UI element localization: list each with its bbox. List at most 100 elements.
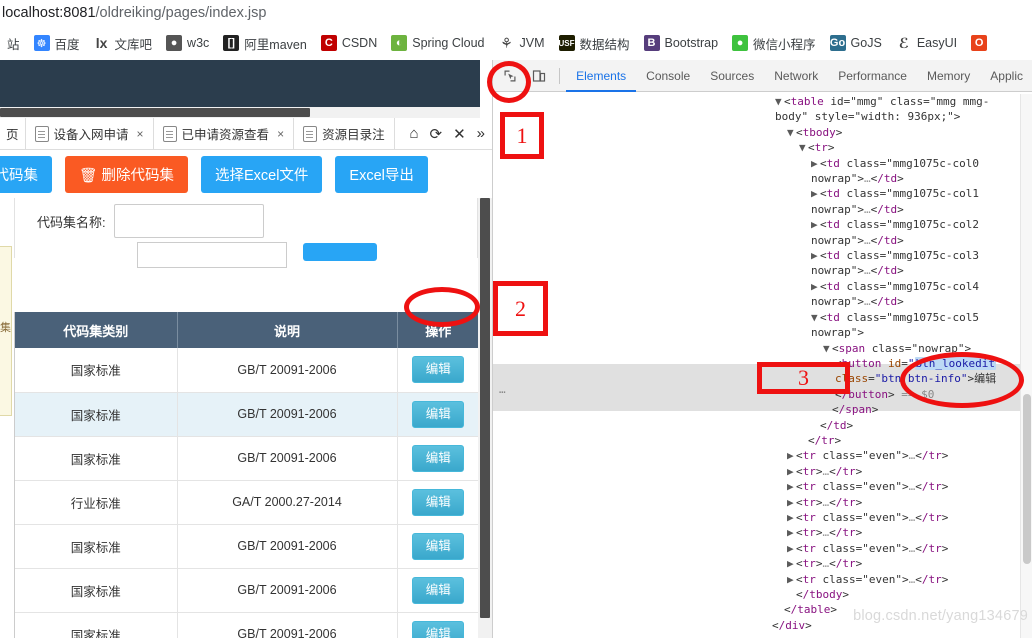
dom-line[interactable]: ▶ <tr>…</tr> — [493, 525, 1032, 540]
page-tab-strip[interactable]: 页 设备入网申请 × 已申请资源查看 × 资源目录注 ⌂ ⟳ ✕ » — [0, 118, 492, 150]
more-tabs-icon[interactable]: » — [477, 125, 485, 142]
devtools-tab-memory[interactable]: Memory — [917, 60, 980, 92]
dom-line[interactable]: ▶ <tr class="even">…</tr> — [493, 510, 1032, 525]
table-row[interactable]: 国家标准 GB/T 20091-2006 编辑 — [15, 392, 478, 437]
dom-disclosure-triangle[interactable]: ▶ — [811, 156, 820, 171]
dom-line[interactable]: ▶ <tr>…</tr> — [493, 556, 1032, 571]
dom-line[interactable]: ▼ <table id="mmg" class="mmg mmg-body" st… — [493, 94, 1032, 125]
bookmark-item-12[interactable]: ℰ EasyUI — [889, 30, 964, 56]
dom-line[interactable]: ▶ <tr>…</tr> — [493, 464, 1032, 479]
page-tab-2[interactable]: 已申请资源查看 × — [153, 118, 295, 149]
dom-disclosure-triangle[interactable]: ▶ — [811, 248, 820, 263]
page-horizontal-scrollbar[interactable] — [0, 107, 480, 118]
dom-line[interactable]: ▶ <tr>…</tr> — [493, 495, 1032, 510]
devtools-tab-elements[interactable]: Elements — [566, 60, 636, 92]
page-vertical-scrollbar[interactable] — [478, 198, 492, 638]
address-bar[interactable]: localhost:8081/oldreiking/pages/index.js… — [0, 0, 1032, 26]
first-row-edit-button[interactable]: 编辑 — [412, 356, 465, 384]
dom-line[interactable]: ▶ <tr class="even">…</tr> — [493, 572, 1032, 587]
dom-disclosure-triangle[interactable]: ▼ — [775, 94, 784, 109]
devtools-tab-applic[interactable]: Applic — [980, 60, 1032, 92]
edit-button[interactable]: 编辑 — [412, 488, 465, 516]
dom-line[interactable]: ▶ <td class="mmg1075c-col4 nowrap">…</td> — [493, 279, 1032, 310]
devtools-tab-sources[interactable]: Sources — [700, 60, 764, 92]
page-horizontal-scroll-thumb[interactable] — [0, 108, 310, 117]
page-vertical-scroll-thumb[interactable] — [480, 198, 490, 618]
edit-button[interactable]: 编辑 — [412, 576, 465, 604]
bookmark-item-4[interactable]: [] 阿里maven — [216, 30, 314, 56]
close-icon[interactable]: ✕ — [453, 125, 466, 143]
dom-line[interactable]: ▶ <tr class="even">…</tr> — [493, 541, 1032, 556]
dom-disclosure-triangle[interactable]: ▶ — [787, 525, 796, 540]
dom-line[interactable]: ▶ <tr class="even">…</tr> — [493, 448, 1032, 463]
home-icon[interactable]: ⌂ — [409, 125, 418, 142]
dom-line[interactable]: </tbody> — [493, 587, 1032, 602]
bookmark-item-11[interactable]: Go GoJS — [823, 30, 889, 56]
bookmark-item-2[interactable]: lx 文库吧 — [87, 30, 160, 56]
bookmark-item-7[interactable]: ⚘ JVM — [492, 30, 552, 56]
table-row[interactable]: 国家标准 GB/T 20091-2006 编辑 — [15, 568, 478, 613]
bookmark-item-6[interactable]: ◐ Spring Cloud — [384, 30, 491, 56]
dom-line[interactable]: </tr> — [493, 433, 1032, 448]
devtools-tab-performance[interactable]: Performance — [828, 60, 917, 92]
table-row[interactable]: 国家标准 GB/T 20091-2006 编辑 — [15, 612, 478, 638]
refresh-icon[interactable]: ⟳ — [430, 125, 443, 143]
devtools-tab-list[interactable]: Elements Console Sources Network Performance… — [566, 60, 1032, 92]
delete-codeset-button[interactable]: 🗑 删除代码集 — [65, 155, 188, 193]
dom-line[interactable]: ▶ <td class="mmg1075c-col1 nowrap">…</td> — [493, 186, 1032, 217]
dom-disclosure-triangle[interactable]: ▶ — [811, 186, 820, 201]
table-row[interactable]: 行业标准 GA/T 2000.27-2014 编辑 — [15, 480, 478, 525]
dom-disclosure-triangle[interactable]: ▶ — [787, 479, 796, 494]
dom-line[interactable]: ▶ <td class="mmg1075c-col3 nowrap">…</td> — [493, 248, 1032, 279]
add-codeset-button[interactable]: 增代码集 — [0, 155, 52, 193]
bookmark-item-0[interactable]: 站 — [0, 30, 27, 56]
edit-button[interactable]: 编辑 — [412, 532, 465, 560]
bookmark-item-3[interactable]: ● w3c — [159, 30, 216, 56]
dom-disclosure-triangle[interactable]: ▶ — [811, 279, 820, 294]
table-row[interactable]: 国家标准 GB/T 20091-2006 编辑 — [15, 436, 478, 481]
choose-excel-file-button[interactable]: 选择Excel文件 — [200, 155, 323, 193]
dom-line[interactable]: ▼ <tr> — [493, 140, 1032, 155]
devtools-tab-console[interactable]: Console — [636, 60, 700, 92]
edit-button[interactable]: 编辑 — [412, 444, 465, 472]
edit-button[interactable]: 编辑 — [412, 400, 465, 428]
page-tab-3[interactable]: 资源目录注 — [294, 118, 395, 149]
dom-disclosure-triangle[interactable]: ▼ — [823, 341, 832, 356]
bookmark-item-8[interactable]: USF 数据结构 — [552, 30, 637, 56]
bookmark-item-13[interactable]: O — [964, 30, 994, 56]
bookmark-item-9[interactable]: B Bootstrap — [637, 30, 726, 56]
dom-line[interactable]: ▶ <td class="mmg1075c-col2 nowrap">…</td> — [493, 217, 1032, 248]
bookmark-item-5[interactable]: C CSDN — [314, 30, 384, 56]
devtools-tab-network[interactable]: Network — [764, 60, 828, 92]
bookmarks-bar[interactable]: 站 ☸ 百度 lx 文库吧 ● w3c [] 阿里maven C CSDN ◐ Spring Cloud… — [0, 26, 1032, 60]
dom-disclosure-triangle[interactable]: ▼ — [799, 140, 808, 155]
page-tab-1[interactable]: 设备入网申请 × — [25, 118, 154, 149]
dom-disclosure-triangle[interactable]: ▼ — [811, 310, 820, 325]
dom-disclosure-triangle[interactable]: ▶ — [787, 541, 796, 556]
devtools-scroll-thumb[interactable] — [1023, 394, 1031, 564]
bookmark-item-10[interactable]: ● 微信小程序 — [725, 30, 823, 56]
dom-disclosure-triangle[interactable]: ▶ — [787, 448, 796, 463]
dom-disclosure-triangle[interactable]: ▶ — [787, 556, 796, 571]
dom-line[interactable]: </td> — [493, 418, 1032, 433]
dom-disclosure-triangle[interactable]: ▶ — [811, 217, 820, 232]
dom-line[interactable]: ▶ <tr class="even">…</tr> — [493, 479, 1032, 494]
table-row[interactable]: 国家标准 GB/T 20091-2006 编辑 — [15, 348, 478, 393]
bookmark-item-1[interactable]: ☸ 百度 — [27, 30, 87, 56]
dom-disclosure-triangle[interactable]: ▼ — [787, 125, 796, 140]
dom-disclosure-triangle[interactable]: ▶ — [787, 572, 796, 587]
edit-button[interactable]: 编辑 — [412, 620, 465, 638]
dom-disclosure-triangle[interactable]: ▶ — [787, 464, 796, 479]
dom-line[interactable]: ▼ <tbody> — [493, 125, 1032, 140]
codeset-name-input[interactable] — [113, 204, 264, 238]
page-tab-0[interactable]: 页 — [0, 118, 26, 149]
dom-disclosure-triangle[interactable]: ▶ — [787, 495, 796, 510]
dom-line[interactable]: ▼ <td class="mmg1075c-col5 nowrap"> — [493, 310, 1032, 341]
devtools-vertical-scrollbar[interactable] — [1020, 94, 1032, 638]
codeset-secondary-input[interactable] — [137, 242, 287, 268]
search-button[interactable] — [303, 243, 377, 261]
page-tab-close-icon[interactable]: × — [277, 127, 284, 141]
page-tab-close-icon[interactable]: × — [137, 127, 144, 141]
table-row[interactable]: 国家标准 GB/T 20091-2006 编辑 — [15, 524, 478, 569]
dom-disclosure-triangle[interactable]: ▶ — [787, 510, 796, 525]
